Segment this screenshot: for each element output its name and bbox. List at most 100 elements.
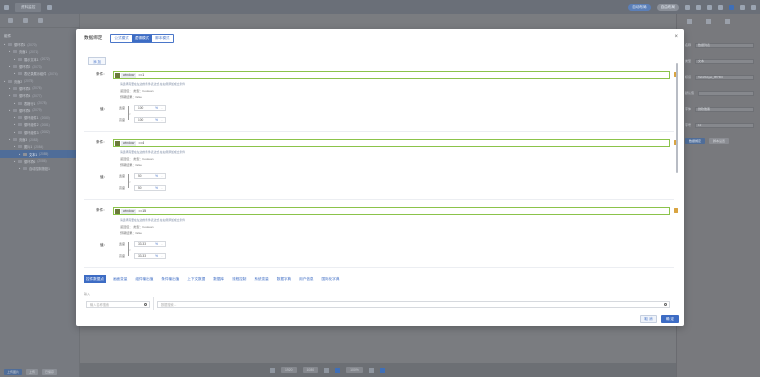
zoom-in-icon[interactable] (368, 367, 374, 373)
vertical-scrollbar[interactable] (676, 63, 678, 173)
publish-icon[interactable] (729, 4, 734, 10)
tree-item[interactable]: ▸ 循环项2 (2073) (0, 63, 79, 70)
property-input[interactable]: 12 (695, 122, 754, 128)
chevron-down-icon[interactable]: ⌄ (161, 175, 163, 178)
source-tab[interactable]: 数据库 (212, 275, 225, 283)
zoom-out-icon[interactable] (379, 367, 385, 373)
preview-icon[interactable] (718, 4, 723, 10)
source-tab[interactable]: 流程控制 (231, 275, 247, 283)
tree-item[interactable]: ▸ 循环项3 (2076) (0, 85, 79, 92)
fit-icon[interactable] (270, 367, 275, 373)
tree-item[interactable]: ▸ 页面3 (2083) (0, 136, 79, 143)
cancel-button[interactable]: 取 消 (640, 315, 657, 323)
event-tab-icon[interactable] (706, 19, 711, 24)
tree-item[interactable]: ▸ 页面2 (2075) (0, 77, 79, 84)
close-icon[interactable]: × (674, 34, 678, 40)
link-icon[interactable]: < (129, 180, 131, 184)
variable-token[interactable]: window (121, 72, 137, 78)
formula-mode-tab[interactable]: 公式模式 (111, 34, 132, 42)
grid-icon[interactable] (335, 367, 341, 373)
width-input[interactable]: 50% ⌄ (134, 173, 166, 179)
search-icon[interactable] (664, 303, 667, 306)
condition-expression-input[interactable]: window ==15 (113, 207, 670, 215)
height-input[interactable]: 33.33% ⌄ (134, 253, 166, 259)
source-tab[interactable]: 条件输出值 (160, 275, 180, 283)
tree-item[interactable]: ▸ 循环项1 (2070) (0, 41, 79, 48)
save-icon[interactable] (707, 4, 712, 10)
link-icon[interactable]: < (129, 248, 131, 252)
data-tab-icon[interactable] (725, 19, 730, 24)
source-tab[interactable]: 数据字典 (276, 275, 292, 283)
data-search-input[interactable]: 数据搜索... (157, 301, 670, 308)
upload-image-button[interactable]: 上传图片 (4, 369, 23, 375)
search-icon[interactable] (144, 303, 147, 306)
upload-button[interactable]: 上传 (26, 369, 39, 375)
variable-token[interactable]: window (121, 140, 137, 146)
delete-icon[interactable] (674, 208, 678, 213)
auto-layout-toggle[interactable]: 自动布局 (628, 3, 651, 11)
tree-item[interactable]: ▸ 循环项6 (2086) (0, 158, 79, 165)
source-tab[interactable]: 控件数据点 (84, 275, 106, 283)
tree-item[interactable]: ▸ 自动控制按钮1 (0, 165, 79, 172)
script-setting-button[interactable]: 脚本设置 (709, 138, 730, 144)
tree-item[interactable]: ▸ 循环组件1 (2080) (0, 114, 79, 121)
settings-icon[interactable] (740, 4, 745, 10)
folder-icon (23, 167, 27, 171)
chevron-down-icon[interactable]: ⌄ (161, 187, 163, 190)
property-input[interactable] (698, 90, 754, 96)
source-tab[interactable]: 上下文数据 (186, 275, 206, 283)
chevron-down-icon[interactable]: ⌄ (161, 243, 163, 246)
tree-item[interactable]: ▸ 表记录展示组件 (2074) (0, 70, 79, 77)
free-layout-toggle[interactable]: 自由布局 (656, 3, 679, 11)
zoom-level[interactable]: 100% (346, 367, 363, 373)
help-icon[interactable] (751, 4, 756, 10)
tree-item[interactable]: ▸ 页面1 (2071) (0, 48, 79, 55)
height-input[interactable]: 50% ⌄ (134, 185, 166, 191)
style-tab-icon[interactable] (687, 19, 692, 24)
close-tab-icon[interactable] (47, 4, 53, 10)
script-mode-tab[interactable]: 脚本模式 (152, 34, 173, 42)
chevron-down-icon[interactable]: ⌄ (161, 107, 163, 110)
chevron-down-icon[interactable]: ⌄ (161, 119, 163, 122)
source-tab[interactable]: 系统变量 (253, 275, 269, 283)
source-tab[interactable]: 国际化字典 (321, 275, 341, 283)
confirm-button[interactable]: 确 定 (661, 315, 679, 323)
tree-item[interactable]: ▸ 文本1 (2085) (0, 150, 79, 158)
property-input[interactable]: 文本 (695, 58, 754, 64)
property-input[interactable]: 数据列表 (695, 42, 754, 48)
document-tab[interactable]: 资料监控 (15, 2, 42, 12)
tree-item[interactable]: ▸ 展示文本1 (2072) (0, 56, 79, 63)
property-input[interactable]: TabWidget_ffff7f00 (695, 74, 754, 80)
menu-icon[interactable] (4, 4, 9, 10)
lock-ratio-icon[interactable] (324, 367, 330, 373)
chevron-down-icon[interactable]: ⌄ (161, 255, 163, 258)
tree-item[interactable]: ▸ 循环项5 (2079) (0, 107, 79, 114)
link-icon[interactable]: < (129, 112, 131, 116)
source-tab[interactable]: 画面变量 (112, 275, 128, 283)
name-search-input[interactable]: 输入名称搜索 (86, 301, 150, 308)
width-input[interactable]: 33.33% ⌄ (134, 241, 166, 247)
variable-token[interactable]: window (121, 208, 137, 214)
condition-expression-input[interactable]: window ==1 (113, 71, 670, 79)
undo-icon[interactable] (685, 4, 690, 10)
tree-item[interactable]: ▸ 表格行1 (2078) (0, 99, 79, 106)
condition-expression-input[interactable]: window ==4 (113, 139, 670, 147)
width-input[interactable]: 100% ⌄ (134, 105, 166, 111)
tree-item[interactable]: ▸ 图片1 (2084) (0, 143, 79, 150)
logic-mode-tab[interactable]: 逻辑模式 (131, 34, 153, 42)
tree-item[interactable]: ▸ 循环项4 (2077) (0, 92, 79, 99)
source-tab[interactable]: 组件输出值 (134, 275, 154, 283)
height-input[interactable]: 100% ⌄ (134, 117, 166, 123)
data-binding-button[interactable]: 数据绑定 (685, 138, 706, 144)
condition-list[interactable]: 添 加 条件： window ==1 请选择需要在左边的条件表达式,在右侧添加成立条件… (84, 53, 678, 293)
tree-item[interactable]: ▸ 循环组件3 (2082) (0, 129, 79, 136)
property-input[interactable]: 微软雅黑 (695, 106, 754, 112)
source-tab[interactable]: 用户信息 (298, 275, 314, 283)
redo-icon[interactable] (696, 4, 701, 10)
assets-tab-icon[interactable] (38, 18, 43, 23)
tree-item[interactable]: ▸ 循环组件2 (2081) (0, 121, 79, 128)
width-field[interactable]: 1920 (281, 367, 297, 373)
components-tab-icon[interactable] (8, 18, 13, 23)
height-field[interactable]: 1080 (302, 367, 319, 373)
layers-tab-icon[interactable] (23, 18, 28, 23)
